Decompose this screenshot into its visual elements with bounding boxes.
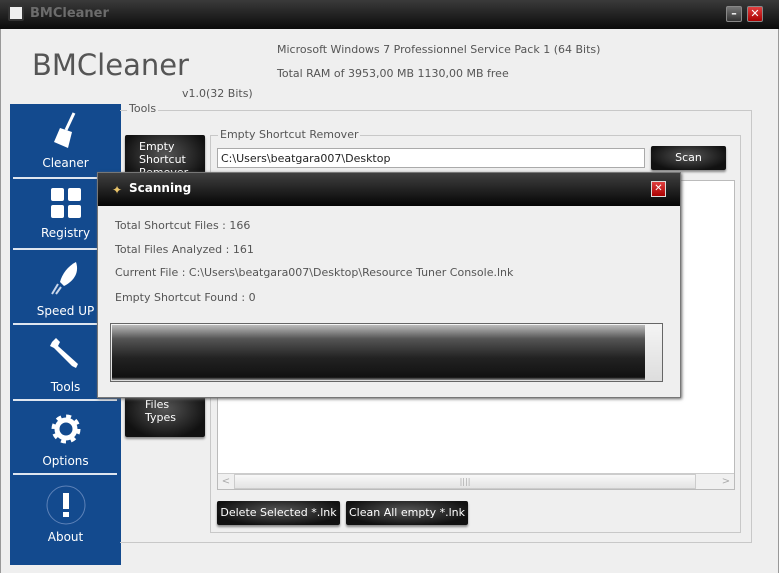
scanning-dialog: ✦ Scanning ✕ Total Shortcut Files : 166 …: [97, 172, 681, 398]
sidebar-label: Cleaner: [42, 156, 89, 170]
tools-group-label: Tools: [127, 102, 159, 115]
esr-group-label: Empty Shortcut Remover: [218, 128, 361, 141]
delete-selected-button[interactable]: Delete Selected *.lnk: [217, 501, 340, 525]
current-file: Current File : C:\Users\beatgara007\Desk…: [115, 266, 514, 279]
gear-icon: [51, 414, 80, 444]
dialog-header: ✦ Scanning ✕: [98, 173, 680, 206]
close-button[interactable]: ✕: [747, 6, 763, 22]
title-bar: BMCleaner – ✕: [0, 0, 779, 29]
scroll-left-icon[interactable]: <: [218, 474, 234, 490]
sidebar-item-cleaner[interactable]: Cleaner: [10, 110, 121, 178]
total-files-analyzed: Total Files Analyzed : 161: [115, 243, 254, 256]
scan-icon: ✦: [112, 183, 123, 197]
sidebar-label: About: [47, 530, 84, 544]
total-shortcut-files: Total Shortcut Files : 166: [115, 219, 251, 232]
dialog-title: Scanning: [129, 181, 192, 195]
grid-icon: [50, 188, 81, 218]
wrench-icon: [49, 338, 78, 368]
progress-fill: [112, 325, 645, 380]
os-info: Microsoft Windows 7 Professionnel Servic…: [277, 43, 601, 56]
ram-info: Total RAM of 3953,00 MB 1130,00 MB free: [277, 67, 509, 80]
minimize-button[interactable]: –: [726, 6, 742, 22]
broom-icon: [53, 112, 75, 148]
path-input[interactable]: [217, 148, 645, 168]
app-icon: [8, 5, 24, 21]
app-logo-text: BMCleaner: [32, 48, 189, 82]
sidebar-item-options[interactable]: Options: [10, 412, 121, 474]
clean-all-button[interactable]: Clean All empty *.lnk: [346, 501, 468, 525]
version-label: v1.0(32 Bits): [182, 87, 253, 100]
exclamation-icon: [46, 485, 85, 525]
progress-bar: [110, 323, 663, 382]
scrollbar-thumb[interactable]: ||||: [234, 474, 696, 489]
empty-shortcut-found: Empty Shortcut Found : 0: [115, 291, 256, 304]
sidebar-label: Options: [42, 454, 89, 468]
scan-button[interactable]: Scan: [651, 146, 726, 170]
window-title: BMCleaner: [30, 6, 109, 21]
rocket-icon: [50, 262, 77, 295]
scroll-right-icon[interactable]: >: [718, 474, 734, 490]
dialog-close-button[interactable]: ✕: [651, 181, 666, 197]
horizontal-scrollbar[interactable]: < |||| >: [218, 473, 734, 489]
sidebar-item-about[interactable]: About: [10, 484, 121, 554]
